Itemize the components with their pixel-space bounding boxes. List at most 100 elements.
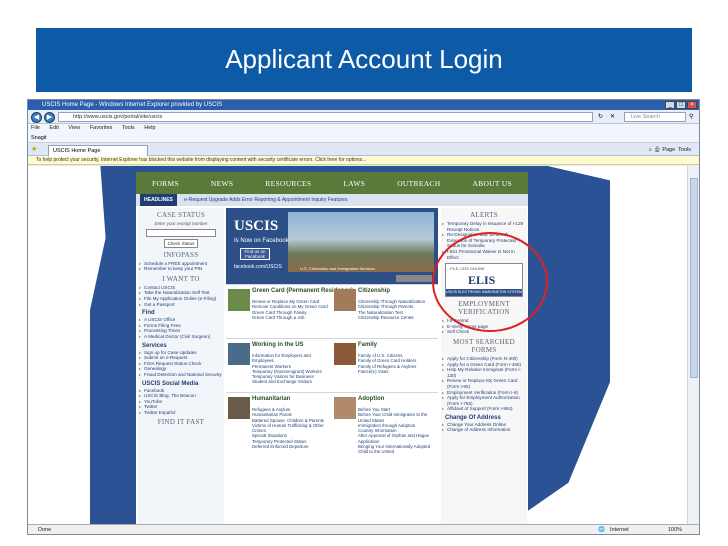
banner-agency: U.S. Citizenship and Immigration Service… [300,266,375,271]
menu-favorites[interactable]: Favorites [90,125,113,131]
slide-dots [36,7,692,21]
globe-icon: 🌐 [598,527,605,533]
receipt-number-input[interactable] [146,228,216,237]
green-card-link[interactable]: Remove Conditions on My Green Card [252,304,332,309]
i-want-to-title: I WANT TO [162,274,200,283]
back-button[interactable]: ◀ [31,112,42,123]
menu-edit[interactable]: Edit [49,125,58,131]
services-title: Services [142,342,167,349]
receipt-prompt: Enter your receipt number [154,221,208,226]
citizenship-link[interactable]: Citizenship Resource Center [358,315,436,320]
tab-uscis-home[interactable]: USCIS Home Page [48,145,148,156]
family-image [334,343,356,365]
feature-row-1: Green Card (Permanent Residence) Renew o… [226,284,438,338]
form-item[interactable]: Help My Relative Immigrate (Form I-130) [441,367,527,378]
facebook-banner[interactable]: USCIS Is Now on Facebook Find us on Face… [226,208,438,284]
working-link[interactable]: Student and Exchange Visitors [252,379,332,384]
adoption-image [334,397,356,419]
family-link[interactable]: Fiancé(e) Visas [358,369,436,374]
humanitarian-link[interactable]: Victims of Human Trafficking & Other Cri… [252,423,332,434]
banner-tagline: Is Now on Facebook [234,238,289,244]
home-icon[interactable]: ⌂ [648,147,651,153]
infopass-item[interactable]: Remember to keep your PIN [138,266,224,272]
adoption-link[interactable]: After Approval of Orphan and Hague Appli… [358,433,436,444]
uscis-site: FORMS NEWS RESOURCES LAWS OUTREACH ABOUT… [136,172,528,526]
maximize-button[interactable]: □ [676,101,686,109]
form-item[interactable]: Affidavit of Support (Form I-864) [441,406,527,412]
alert-item[interactable]: Temporary Delay in Issuance of I-129 Rec… [441,221,527,232]
slide-title: Applicant Account Login [225,44,503,74]
favorites-star-icon[interactable]: ★ [31,145,37,153]
alerts-title: ALERTS [470,211,498,219]
forward-button[interactable]: ▶ [44,112,55,123]
citizenship-image [334,289,356,311]
facebook-button[interactable]: Find us on Facebook [240,248,270,260]
headlines-bar: HEADLINES e-Request Upgrade Adds Error R… [136,194,528,206]
social-item[interactable]: Twitter Español [138,410,224,416]
zone-text: Internet [610,527,629,533]
close-button[interactable]: × [687,101,697,109]
vertical-scrollbar[interactable] [687,166,699,526]
humanitarian-image [228,397,250,419]
address-bar[interactable]: http://www.uscis.gov/portal/site/uscis [58,112,593,122]
page-menu[interactable]: Page [662,147,675,153]
change-address-item[interactable]: Change of Address Information [441,427,527,433]
working-title[interactable]: Working in the US [252,342,304,348]
banner-photo [288,212,434,272]
green-card-image [228,289,250,311]
adoption-title[interactable]: Adoption [358,396,384,402]
nav-laws[interactable]: LAWS [343,179,365,188]
nav-resources[interactable]: RESOURCES [265,179,311,188]
humanitarian-link[interactable]: Deferred Enforced Departure [252,444,332,449]
change-address-title: Change Of Address [445,414,501,421]
tab-row: ★ USCIS Home Page ⌂ ⎙ Page Tools [28,143,699,156]
find-item[interactable]: A Medical Doctor (Civil Surgeon) [138,334,224,340]
adoption-link[interactable]: Bringing Your Internationally Adopted Ch… [358,444,436,455]
adoption-link[interactable]: Before Your Child Immigrates to the Unit… [358,412,436,423]
working-link[interactable]: Information for Employers and Employees [252,353,332,364]
nav-news[interactable]: NEWS [211,179,233,188]
highlight-circle [432,232,548,332]
citizenship-title[interactable]: Citizenship [358,288,390,294]
slide-header: Applicant Account Login [0,0,728,92]
services-item[interactable]: Fraud Detection and National Security [138,372,224,378]
headlines-link[interactable]: e-Request Upgrade Adds Error Reporting &… [184,197,347,203]
form-item[interactable]: Renew or Replace My Green Card (Form I-9… [441,378,527,389]
print-icon[interactable]: ⎙ [655,147,659,153]
headlines-label: HEADLINES [140,194,177,206]
status-bar: Done 🌐 Internet 100% [28,524,699,534]
working-image [228,343,250,365]
check-status-button[interactable]: Check Status [164,238,198,248]
search-input[interactable]: Live Search [624,112,686,122]
menu-tools[interactable]: Tools [122,125,135,131]
green-card-links: Renew or Replace My Green Card Remove Co… [252,299,332,320]
social-title: USCIS Social Media [142,380,199,387]
refresh-icon[interactable]: ↻ [598,113,603,120]
nav-forms[interactable]: FORMS [152,179,179,188]
snagit-button[interactable]: Snagit [31,135,47,141]
form-item[interactable]: Apply for Employment Authorization (Form… [441,395,527,406]
search-icon[interactable]: ⚲ [689,113,693,120]
family-title[interactable]: Family [358,342,377,348]
minimize-button[interactable]: _ [665,101,675,109]
green-card-link[interactable]: Green Card Through a Job [252,315,332,320]
case-status-title: CASE STATUS [156,211,206,219]
stop-icon[interactable]: ✕ [610,113,615,120]
zoom-level[interactable]: 100% [668,525,682,534]
facebook-url: facebook.com/USCIS [234,264,282,270]
nav-outreach[interactable]: OUTREACH [397,179,440,188]
security-info-bar[interactable]: To help protect your security, Internet … [28,156,699,165]
working-links: Information for Employers and Employees … [252,353,332,385]
feature-row-3: Humanitarian Refugees & Asylum Humanitar… [226,392,438,472]
menu-help[interactable]: Help [144,125,155,131]
menu-file[interactable]: File [31,125,40,131]
i-want-item[interactable]: Get a Passport [138,302,224,308]
tools-menu[interactable]: Tools [678,147,691,153]
humanitarian-title[interactable]: Humanitarian [252,396,290,402]
nav-about-us[interactable]: ABOUT US [472,179,512,188]
adoption-links: Before You Start Before Your Child Immig… [358,407,436,455]
menu-view[interactable]: View [68,125,80,131]
slideshow-controls[interactable] [396,275,432,282]
scroll-thumb[interactable] [690,178,698,378]
menu-bar: File Edit View Favorites Tools Help [28,124,699,133]
